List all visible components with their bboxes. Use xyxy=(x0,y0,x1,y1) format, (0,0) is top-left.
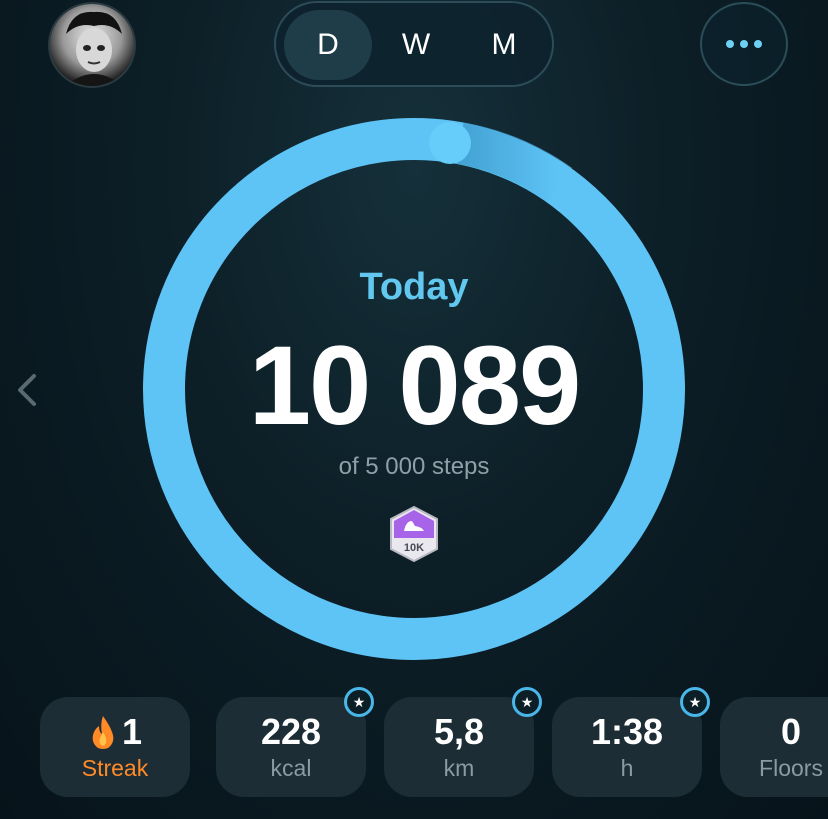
hours-label: h xyxy=(620,754,634,781)
badge-label: 10K xyxy=(404,542,424,554)
hours-value: 1:38 xyxy=(590,710,664,752)
kcal-label: kcal xyxy=(270,754,312,781)
achievement-badge-10k[interactable]: 10K xyxy=(388,505,440,563)
period-tab-month[interactable]: M xyxy=(460,10,548,80)
progress-ring-end-cap xyxy=(429,122,471,164)
stat-card-km[interactable]: 5,8 km ★ xyxy=(384,687,542,797)
floors-value: 0 xyxy=(780,710,802,752)
progress-ring-overlap xyxy=(455,122,573,203)
more-options-button[interactable] xyxy=(700,2,788,86)
kcal-value: 228 xyxy=(260,710,322,752)
period-tab-day[interactable]: D xyxy=(284,10,372,80)
stat-card-kcal[interactable]: 228 kcal ★ xyxy=(216,687,374,797)
stat-card-streak[interactable]: 1 Streak xyxy=(40,697,190,797)
star-icon: ★ xyxy=(344,687,374,717)
avatar-portrait-icon xyxy=(66,11,122,86)
more-dot xyxy=(740,40,748,48)
user-avatar[interactable] xyxy=(48,2,136,88)
more-dots-icon xyxy=(726,40,734,48)
steps-count: 10 089 xyxy=(248,323,582,448)
star-icon: ★ xyxy=(512,687,542,717)
km-value: 5,8 xyxy=(433,710,485,752)
more-dot xyxy=(754,40,762,48)
floors-label: Floors xyxy=(759,754,823,781)
star-icon: ★ xyxy=(680,687,710,717)
streak-value: 1 xyxy=(121,710,143,752)
flame-icon xyxy=(92,715,114,749)
period-tab-week[interactable]: W xyxy=(372,10,460,80)
stat-card-floors[interactable]: 0 Floors xyxy=(720,697,828,797)
stat-card-hours[interactable]: 1:38 h ★ xyxy=(552,687,710,797)
stat-value-row: 1 xyxy=(88,710,143,752)
period-label: Today xyxy=(359,266,469,308)
chevron-left-icon[interactable] xyxy=(14,372,42,408)
streak-label: Streak xyxy=(81,754,149,781)
km-label: km xyxy=(443,754,475,781)
steps-goal: of 5 000 steps xyxy=(338,453,490,480)
period-switcher: D W M xyxy=(274,1,554,87)
